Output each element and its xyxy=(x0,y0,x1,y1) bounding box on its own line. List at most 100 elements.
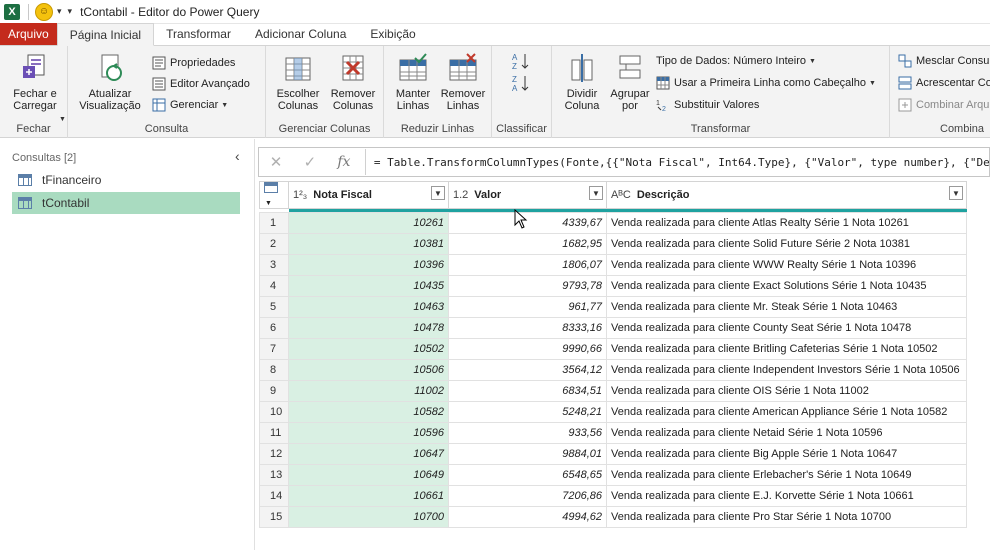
split-column-button[interactable]: Dividir Coluna xyxy=(558,52,606,112)
row-number[interactable]: 1 xyxy=(259,212,289,234)
row-number[interactable]: 12 xyxy=(259,443,289,465)
cancel-icon[interactable]: ✕ xyxy=(259,153,293,171)
cell-valor[interactable]: 9793,78 xyxy=(448,275,607,297)
cell-descricao[interactable]: Venda realizada para cliente Independent… xyxy=(606,359,967,381)
keep-rows-button[interactable]: Manter Linhas xyxy=(388,52,438,112)
row-number[interactable]: 6 xyxy=(259,317,289,339)
cell-descricao[interactable]: Venda realizada para cliente American Ap… xyxy=(606,401,967,423)
cell-valor[interactable]: 933,56 xyxy=(448,422,607,444)
cell-descricao[interactable]: Venda realizada para cliente Pro Star Sé… xyxy=(606,506,967,528)
cell-nota-fiscal[interactable]: 10582 xyxy=(288,401,449,423)
cell-nota-fiscal[interactable]: 10381 xyxy=(288,233,449,255)
filter-dropdown-icon[interactable]: ▼ xyxy=(589,186,603,200)
table-row[interactable]: 2 10381 1682,95 Venda realizada para client… xyxy=(259,233,967,255)
merge-queries-button[interactable]: Mesclar Consu xyxy=(898,52,989,70)
cell-nota-fiscal[interactable]: 10478 xyxy=(288,317,449,339)
cell-nota-fiscal[interactable]: 10261 xyxy=(288,212,449,234)
table-row[interactable]: 12 10647 9884,01 Venda realizada para clien… xyxy=(259,443,967,465)
row-number[interactable]: 10 xyxy=(259,401,289,423)
check-icon[interactable]: ✓ xyxy=(293,153,327,171)
table-menu-button[interactable]: ▼ xyxy=(259,181,289,209)
table-row[interactable]: 3 10396 1806,07 Venda realizada para client… xyxy=(259,254,967,276)
row-number[interactable]: 4 xyxy=(259,275,289,297)
quick-access-dropdown-icon[interactable]: ▾ xyxy=(68,6,73,17)
table-row[interactable]: 1 10261 4339,67 Venda realizada para client… xyxy=(259,212,967,234)
row-number[interactable]: 9 xyxy=(259,380,289,402)
cell-descricao[interactable]: Venda realizada para cliente Netaid Séri… xyxy=(606,422,967,444)
smiley-dropdown-icon[interactable]: ▾ xyxy=(57,6,62,17)
cell-nota-fiscal[interactable]: 10463 xyxy=(288,296,449,318)
table-row[interactable]: 11 10596 933,56 Venda realizada para client… xyxy=(259,422,967,444)
cell-nota-fiscal[interactable]: 10506 xyxy=(288,359,449,381)
cell-descricao[interactable]: Venda realizada para cliente Big Apple S… xyxy=(606,443,967,465)
filter-dropdown-icon[interactable]: ▼ xyxy=(431,186,445,200)
query-item-tcontabil[interactable]: tContabil xyxy=(12,192,240,214)
row-number[interactable]: 3 xyxy=(259,254,289,276)
table-row[interactable]: 7 10502 9990,66 Venda realizada para client… xyxy=(259,338,967,360)
tab-transformar[interactable]: Transformar xyxy=(154,23,243,45)
tab-adicionar-coluna[interactable]: Adicionar Coluna xyxy=(243,23,358,45)
cell-valor[interactable]: 8333,16 xyxy=(448,317,607,339)
tab-pagina-inicial[interactable]: Página Inicial xyxy=(56,23,155,46)
table-row[interactable]: 10 10582 5248,21 Venda realizada para clien… xyxy=(259,401,967,423)
cell-valor[interactable]: 7206,86 xyxy=(448,485,607,507)
group-by-button[interactable]: Agrupar por xyxy=(608,52,652,112)
remove-columns-button[interactable]: Remover Colunas xyxy=(326,52,380,112)
cell-nota-fiscal[interactable]: 10700 xyxy=(288,506,449,528)
cell-descricao[interactable]: Venda realizada para cliente Britling Ca… xyxy=(606,338,967,360)
cell-nota-fiscal[interactable]: 11002 xyxy=(288,380,449,402)
cell-nota-fiscal[interactable]: 10596 xyxy=(288,422,449,444)
cell-descricao[interactable]: Venda realizada para cliente E.J. Korvet… xyxy=(606,485,967,507)
properties-button[interactable]: Propriedades xyxy=(152,54,235,72)
table-row[interactable]: 5 10463 961,77 Venda realizada para cliente… xyxy=(259,296,967,318)
cell-nota-fiscal[interactable]: 10649 xyxy=(288,464,449,486)
cell-valor[interactable]: 9990,66 xyxy=(448,338,607,360)
row-number[interactable]: 2 xyxy=(259,233,289,255)
tab-exibicao[interactable]: Exibição xyxy=(358,23,427,45)
row-number[interactable]: 7 xyxy=(259,338,289,360)
cell-valor[interactable]: 1806,07 xyxy=(448,254,607,276)
formula-input[interactable]: = Table.TransformColumnTypes(Fonte,{{"No… xyxy=(374,156,989,169)
decimal-type-icon[interactable]: 1.2 xyxy=(453,189,468,201)
query-item-tfinanceiro[interactable]: tFinanceiro xyxy=(12,169,240,191)
fx-icon[interactable]: fx xyxy=(327,154,361,170)
choose-columns-button[interactable]: Escolher Colunas xyxy=(272,52,324,112)
row-number[interactable]: 5 xyxy=(259,296,289,318)
table-row[interactable]: 4 10435 9793,78 Venda realizada para client… xyxy=(259,275,967,297)
table-row[interactable]: 14 10661 7206,86 Venda realizada para clien… xyxy=(259,485,967,507)
row-number[interactable]: 15 xyxy=(259,506,289,528)
cell-nota-fiscal[interactable]: 10661 xyxy=(288,485,449,507)
column-header-descricao[interactable]: AᴮC Descrição ▼ xyxy=(606,181,967,209)
advanced-editor-button[interactable]: Editor Avançado xyxy=(152,75,250,93)
cell-descricao[interactable]: Venda realizada para cliente Exact Solut… xyxy=(606,275,967,297)
data-type-dropdown[interactable]: Tipo de Dados: Número Inteiro ▼ xyxy=(656,52,816,70)
cell-nota-fiscal[interactable]: 10435 xyxy=(288,275,449,297)
cell-valor[interactable]: 9884,01 xyxy=(448,443,607,465)
row-number[interactable]: 8 xyxy=(259,359,289,381)
table-row[interactable]: 15 10700 4994,62 Venda realizada para clien… xyxy=(259,506,967,528)
cell-nota-fiscal[interactable]: 10396 xyxy=(288,254,449,276)
cell-valor[interactable]: 3564,12 xyxy=(448,359,607,381)
column-header-valor[interactable]: 1.2 Valor ▼ xyxy=(448,181,607,209)
refresh-preview-button[interactable]: Atualizar Visualização xyxy=(74,52,146,112)
sort-descending-button[interactable]: ZA xyxy=(512,74,534,93)
smiley-feedback-icon[interactable]: ☺ xyxy=(35,2,53,21)
integer-type-icon[interactable]: 1²₃ xyxy=(293,189,307,201)
replace-values-button[interactable]: 12 Substituir Valores xyxy=(656,96,759,114)
column-header-nota-fiscal[interactable]: 1²₃ Nota Fiscal ▼ xyxy=(288,181,449,209)
text-type-icon[interactable]: AᴮC xyxy=(611,189,631,201)
cell-valor[interactable]: 1682,95 xyxy=(448,233,607,255)
cell-valor[interactable]: 6548,65 xyxy=(448,464,607,486)
cell-nota-fiscal[interactable]: 10647 xyxy=(288,443,449,465)
cell-valor[interactable]: 961,77 xyxy=(448,296,607,318)
cell-valor[interactable]: 6834,51 xyxy=(448,380,607,402)
cell-descricao[interactable]: Venda realizada para cliente WWW Realty … xyxy=(606,254,967,276)
cell-descricao[interactable]: Venda realizada para cliente Erlebacher'… xyxy=(606,464,967,486)
sort-ascending-button[interactable]: AZ xyxy=(512,52,534,71)
table-row[interactable]: 9 11002 6834,51 Venda realizada para client… xyxy=(259,380,967,402)
tab-arquivo[interactable]: Arquivo xyxy=(0,23,57,45)
table-row[interactable]: 8 10506 3564,12 Venda realizada para client… xyxy=(259,359,967,381)
cell-valor[interactable]: 4994,62 xyxy=(448,506,607,528)
table-row[interactable]: 6 10478 8333,16 Venda realizada para client… xyxy=(259,317,967,339)
cell-descricao[interactable]: Venda realizada para cliente OIS Série 1… xyxy=(606,380,967,402)
